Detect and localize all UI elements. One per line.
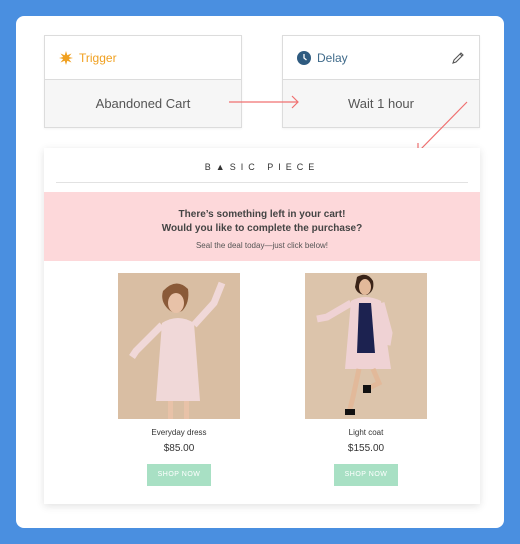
arrow-trigger-to-delay (229, 95, 299, 109)
shop-now-button[interactable]: SHOP NOW (147, 464, 211, 486)
product-card: Light coat $155.00 SHOP NOW (286, 273, 446, 486)
arrow-delay-to-email (417, 101, 468, 153)
headline-line2: Would you like to complete the purchase? (161, 223, 363, 234)
promo-banner: There’s something left in your cart! Wou… (44, 192, 480, 261)
promo-subtext: Seal the deal today—just click below! (195, 241, 329, 250)
product-name: Everyday dress (151, 428, 207, 437)
workflow-canvas: Trigger Abandoned Cart Delay Wait 1 hour… (16, 16, 504, 528)
product-price: $155.00 (347, 443, 385, 454)
product-card: Everyday dress $85.00 SHOP NOW (99, 273, 259, 486)
connector-arrows (229, 95, 468, 153)
promo-headline: There’s something left in your cart! Wou… (44, 208, 480, 236)
email-preview[interactable]: B▲SIC PIECE There’s something left in yo… (44, 148, 480, 504)
product-price: $85.00 (163, 443, 195, 454)
brand-logo: B▲SIC PIECE (56, 148, 468, 183)
product-image[interactable] (118, 273, 240, 419)
headline-line1: There’s something left in your cart! (178, 209, 346, 220)
shop-now-button[interactable]: SHOP NOW (334, 464, 398, 486)
product-image[interactable] (305, 273, 427, 419)
product-name: Light coat (348, 428, 384, 437)
